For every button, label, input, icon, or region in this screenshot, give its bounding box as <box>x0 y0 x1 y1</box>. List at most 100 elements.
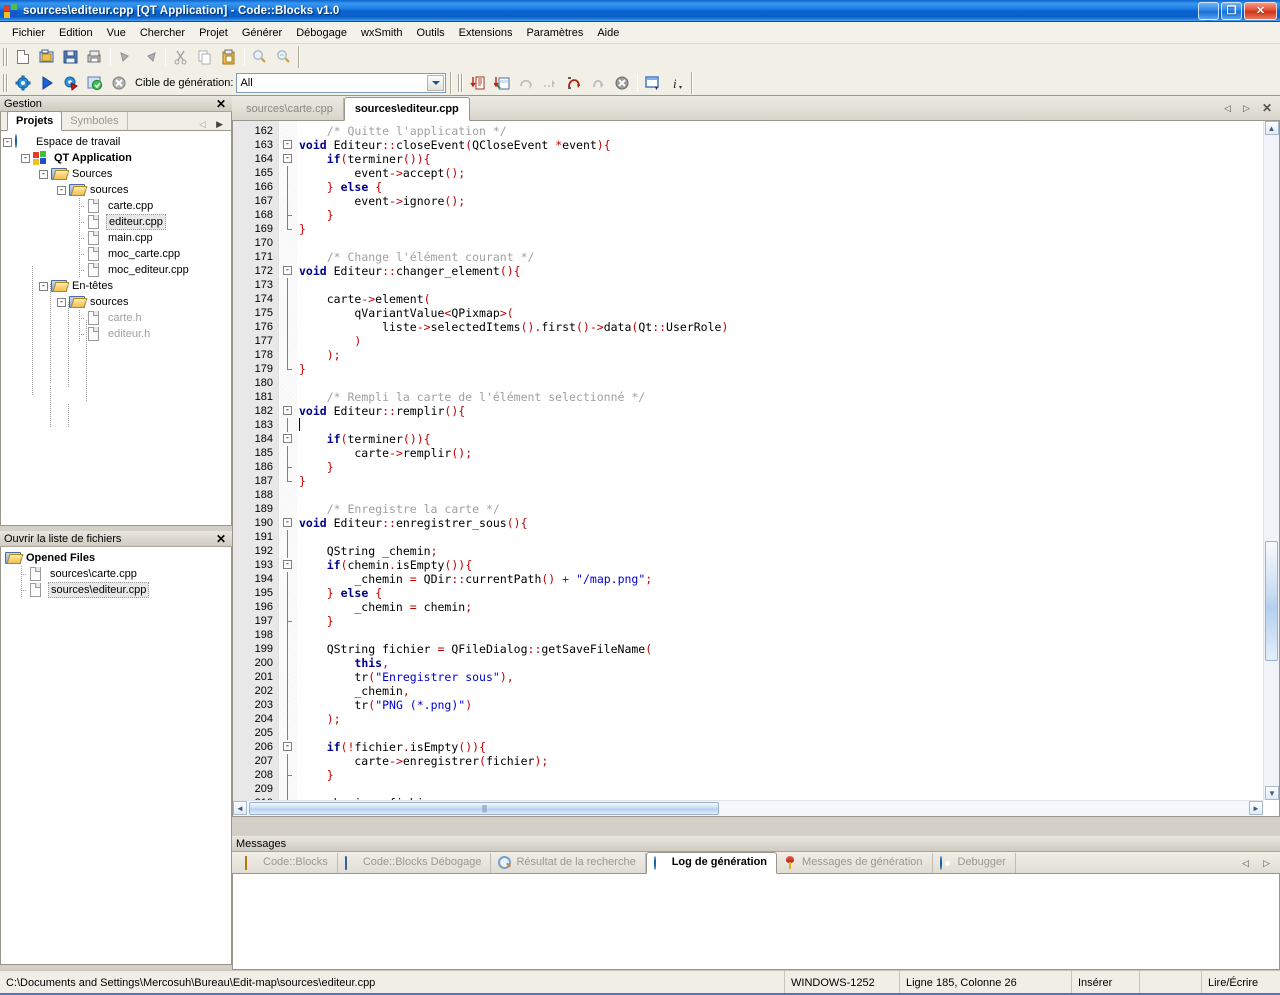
find-icon[interactable] <box>248 46 272 68</box>
menu-item-parametres[interactable]: Paramètres <box>519 24 590 42</box>
paste-icon[interactable] <box>217 46 241 68</box>
tree-expander[interactable]: - <box>39 282 48 291</box>
redo-icon[interactable] <box>138 46 162 68</box>
toolbar-grip[interactable] <box>3 48 9 66</box>
message-tab-log-generation[interactable]: Log de génération <box>646 852 777 874</box>
tree-node[interactable]: -QT Application <box>3 150 231 166</box>
scroll-up-button[interactable]: ▲ <box>1265 121 1279 135</box>
rebuild-icon[interactable] <box>83 72 107 94</box>
fold-toggle[interactable]: - <box>283 406 292 415</box>
menu-item-vue[interactable]: Vue <box>100 24 133 42</box>
menu-item-chercher[interactable]: Chercher <box>133 24 192 42</box>
chevron-down-icon[interactable] <box>427 75 444 91</box>
tree-node[interactable]: -En-têtes <box>3 278 231 294</box>
fold-toggle[interactable]: - <box>283 434 292 443</box>
close-button[interactable]: ✕ <box>1244 2 1277 20</box>
tree-node[interactable]: editeur.h <box>3 326 231 342</box>
menu-item-outils[interactable]: Outils <box>410 24 452 42</box>
fold-toggle[interactable]: - <box>283 560 292 569</box>
tree-expander[interactable]: - <box>3 138 12 147</box>
close-icon[interactable]: ✕ <box>212 532 230 546</box>
close-icon[interactable]: ✕ <box>212 97 230 111</box>
stop-debugger-icon[interactable] <box>610 72 634 94</box>
build-icon[interactable] <box>11 72 35 94</box>
various-info-icon[interactable]: i <box>665 72 689 94</box>
messages-tabs-next[interactable]: ▷ <box>1263 858 1270 869</box>
editor-tabs-next[interactable]: ▷ <box>1243 103 1250 114</box>
fold-toggle[interactable]: - <box>283 154 292 163</box>
tree-node[interactable]: -sources <box>3 182 231 198</box>
opened-file-item[interactable]: sources\carte.cpp <box>3 566 231 582</box>
tree-node[interactable]: carte.cpp <box>3 198 231 214</box>
tree-expander[interactable]: - <box>57 298 66 307</box>
menu-item-aide[interactable]: Aide <box>590 24 626 42</box>
code-editor[interactable]: 162 /* Quitte l'application */163void Ed… <box>232 121 1280 817</box>
tree-node[interactable]: editeur.cpp <box>3 214 231 230</box>
abort-icon[interactable] <box>107 72 131 94</box>
menu-item-fichier[interactable]: Fichier <box>5 24 52 42</box>
run-to-cursor-icon[interactable] <box>490 72 514 94</box>
cut-icon[interactable] <box>169 46 193 68</box>
fold-toggle[interactable]: - <box>283 140 292 149</box>
build-toolbar-grip[interactable] <box>3 74 9 92</box>
message-tab-messages-generation[interactable]: Messages de génération <box>777 853 932 873</box>
tree-node[interactable]: -Sources <box>3 166 231 182</box>
open-file-icon[interactable] <box>35 46 59 68</box>
build-target-combo[interactable]: All <box>236 73 446 93</box>
message-tab-codeblocks[interactable]: Code::Blocks <box>238 853 338 873</box>
scroll-right-button[interactable]: ► <box>1249 801 1263 815</box>
save-icon[interactable] <box>59 46 83 68</box>
tree-expander[interactable]: - <box>57 186 66 195</box>
fold-toggle[interactable]: - <box>283 266 292 275</box>
editor-tabs-prev[interactable]: ◁ <box>1224 103 1231 114</box>
menu-item-projet[interactable]: Projet <box>192 24 235 42</box>
fold-toggle[interactable]: - <box>283 742 292 751</box>
editor-tab-carte-cpp[interactable]: sources\carte.cpp <box>236 98 344 120</box>
run-icon[interactable] <box>35 72 59 94</box>
maximize-button[interactable]: ❐ <box>1221 2 1242 20</box>
tree-expander[interactable]: - <box>39 170 48 179</box>
minimize-button[interactable]: _ <box>1198 2 1219 20</box>
messages-tabs-prev[interactable]: ◁ <box>1242 858 1249 869</box>
scroll-down-button[interactable]: ▼ <box>1265 786 1279 800</box>
code-text[interactable]: 162 /* Quitte l'application */163void Ed… <box>233 121 1279 816</box>
build-and-run-icon[interactable] <box>59 72 83 94</box>
copy-icon[interactable] <box>193 46 217 68</box>
opened-files-root[interactable]: Opened Files <box>3 550 231 566</box>
opened-file-item[interactable]: sources\editeur.cpp <box>3 582 231 598</box>
menu-item-edition[interactable]: Edition <box>52 24 100 42</box>
tree-node[interactable]: main.cpp <box>3 230 231 246</box>
menu-item-extensions[interactable]: Extensions <box>452 24 520 42</box>
next-line-icon[interactable] <box>514 72 538 94</box>
replace-icon[interactable] <box>272 46 296 68</box>
message-tab-codeblocks-debogage[interactable]: Code::Blocks Débogage <box>338 853 492 873</box>
save-all-icon[interactable] <box>83 46 107 68</box>
menu-item-debogage[interactable]: Débogage <box>289 24 354 42</box>
message-tab-debugger[interactable]: Debugger <box>933 853 1016 873</box>
debug-toolbar-grip[interactable] <box>458 74 464 92</box>
fold-toggle[interactable]: - <box>283 518 292 527</box>
editor-tab-editeur-cpp[interactable]: sources\editeur.cpp <box>344 97 470 121</box>
debug-continue-icon[interactable] <box>466 72 490 94</box>
tab-projets[interactable]: Projets <box>7 111 62 131</box>
editor-tab-close-icon[interactable]: ✕ <box>1262 101 1272 115</box>
new-file-icon[interactable] <box>11 46 35 68</box>
vscroll-thumb[interactable] <box>1265 541 1278 661</box>
tree-node[interactable]: -Espace de travail <box>3 134 231 150</box>
debug-windows-icon[interactable] <box>641 72 665 94</box>
messages-content[interactable] <box>232 874 1280 970</box>
tree-node[interactable]: carte.h <box>3 310 231 326</box>
tree-expander[interactable]: - <box>21 154 30 163</box>
next-instruction-icon[interactable] <box>538 72 562 94</box>
message-tab-resultat-recherche[interactable]: Résultat de la recherche <box>491 853 645 873</box>
hscroll-thumb[interactable]: |||| <box>249 802 719 815</box>
step-out-icon[interactable] <box>586 72 610 94</box>
step-into-icon[interactable] <box>562 72 586 94</box>
management-tabs-next[interactable]: ▶ <box>216 119 223 130</box>
management-tabs-prev[interactable]: ◁ <box>199 119 206 130</box>
tab-symboles[interactable]: Symboles <box>62 112 127 130</box>
menu-item-wxsmith[interactable]: wxSmith <box>354 24 410 42</box>
tree-node[interactable]: moc_carte.cpp <box>3 246 231 262</box>
undo-icon[interactable] <box>114 46 138 68</box>
tree-node[interactable]: moc_editeur.cpp <box>3 262 231 278</box>
